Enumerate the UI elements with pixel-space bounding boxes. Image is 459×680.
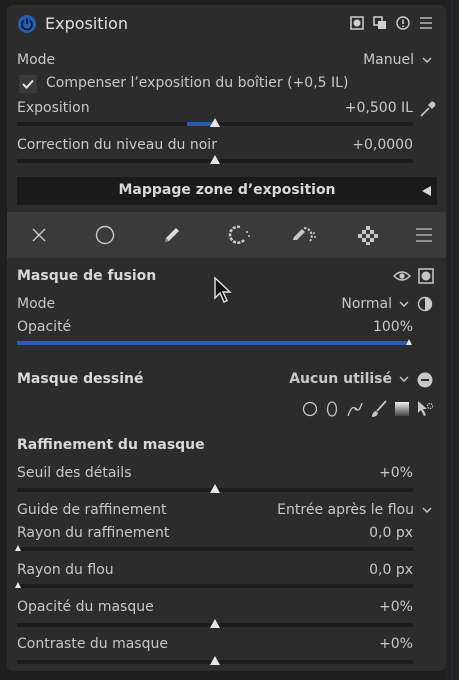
fusion-mode-label: Mode — [17, 296, 56, 312]
chevron-down-icon — [399, 376, 409, 382]
mask-display-icon[interactable] — [418, 268, 434, 284]
drawn-mask-title: Masque dessiné — [17, 371, 144, 387]
fusion-opacity-thumb[interactable] — [406, 339, 412, 345]
mask-indicator-icon[interactable] — [350, 16, 364, 30]
mask-opacity-label: Opacité du masque — [17, 599, 154, 615]
fusion-mask-title: Masque de fusion — [17, 268, 157, 284]
shape-tools-row — [300, 398, 436, 420]
fusion-opacity-value: 100% — [372, 319, 413, 335]
compensate-label: Compenser l’exposition du boîtier (+0,5 … — [46, 75, 349, 91]
chevron-down-icon — [399, 301, 409, 307]
raster-mask-icon[interactable] — [358, 225, 378, 245]
mask-contrast-thumb[interactable] — [210, 656, 220, 665]
off-mask-icon[interactable] — [31, 227, 47, 243]
chevron-down-icon — [422, 57, 432, 63]
black-level-slider[interactable]: Correction du niveau du noir +0,0000 — [17, 135, 413, 169]
brush-shape-icon[interactable] — [370, 400, 388, 418]
mask-contrast-label: Contraste du masque — [17, 636, 168, 652]
chevron-down-icon — [422, 507, 432, 513]
blur-radius-track — [17, 584, 413, 588]
checkbox-checked-icon[interactable] — [19, 75, 37, 93]
mask-contrast-slider[interactable]: Contraste du masque +0% — [17, 635, 413, 669]
exposure-value: +0,500 IL — [344, 100, 413, 116]
module-header[interactable]: Exposition — [7, 5, 446, 43]
mode-dropdown[interactable]: Manuel — [330, 52, 434, 70]
refinement-radius-value: 0,0 px — [369, 525, 413, 541]
fusion-opacity-fill — [17, 341, 411, 345]
refinement-radius-slider[interactable]: Rayon du raffinement 0,0 px — [15, 525, 413, 555]
drawn-mask-value: Aucun utilisé — [289, 371, 392, 387]
scrollbar-track — [451, 0, 453, 680]
fusion-opacity-label: Opacité — [17, 319, 72, 335]
black-level-label: Correction du niveau du noir — [17, 137, 217, 153]
uniform-mask-icon[interactable] — [95, 225, 115, 245]
mouse-cursor-icon — [214, 276, 232, 303]
multi-instance-icon[interactable] — [373, 16, 387, 30]
fusion-mode-value: Normal — [341, 296, 392, 312]
scrollbar[interactable] — [446, 0, 459, 680]
exposure-slider[interactable]: Exposition +0,500 IL — [17, 98, 413, 132]
refinement-guide-dropdown[interactable]: Entrée après le flou — [260, 502, 434, 520]
presets-menu-icon[interactable] — [419, 16, 433, 30]
exposure-label: Exposition — [17, 100, 90, 116]
section-title: Mappage zone d’exposition — [118, 182, 336, 198]
remove-icon[interactable] — [417, 372, 433, 388]
drawn-mask-dropdown[interactable]: Aucun utilisé — [289, 371, 412, 389]
mask-contrast-value: +0% — [379, 636, 413, 652]
invert-mask-icon[interactable] — [417, 296, 433, 312]
reset-icon[interactable] — [396, 16, 410, 30]
refinement-radius-label: Rayon du raffinement — [17, 525, 170, 541]
gradient-shape-icon[interactable] — [394, 401, 410, 417]
blend-mode-toolbar — [7, 212, 446, 258]
refinement-radius-track — [17, 547, 413, 551]
drawn-parametric-mask-icon[interactable] — [290, 224, 318, 246]
blur-radius-thumb[interactable] — [15, 582, 21, 588]
details-threshold-slider[interactable]: Seuil des détails +0% — [17, 463, 413, 497]
mask-opacity-slider[interactable]: Opacité du masque +0% — [17, 598, 413, 632]
ellipse-shape-icon[interactable] — [326, 401, 338, 417]
exposure-thumb[interactable] — [210, 118, 220, 127]
fusion-opacity-slider[interactable]: Opacité 100% — [17, 318, 413, 352]
refinement-title: Raffinement du masque — [17, 437, 205, 453]
module-power-icon[interactable] — [17, 14, 37, 34]
parametric-mask-icon[interactable] — [226, 224, 252, 246]
compensate-checkbox-row[interactable]: Compenser l’exposition du boîtier (+0,5 … — [18, 74, 358, 94]
eye-icon[interactable] — [393, 269, 411, 283]
collapse-arrow-icon — [422, 186, 431, 196]
refinement-guide-value: Entrée après le flou — [277, 502, 414, 518]
fusion-mode-dropdown[interactable]: Normal — [320, 296, 412, 314]
color-picker-icon[interactable] — [418, 99, 438, 119]
mask-opacity-value: +0% — [379, 599, 413, 615]
refinement-radius-thumb[interactable] — [15, 545, 21, 551]
exposure-mapping-section[interactable]: Mappage zone d’exposition — [17, 177, 437, 205]
refinement-guide-label: Guide de raffinement — [17, 502, 167, 518]
edit-shapes-icon[interactable] — [416, 400, 434, 418]
module-title: Exposition — [45, 14, 128, 33]
mask-menu-icon[interactable] — [416, 227, 432, 243]
blur-radius-label: Rayon du flou — [17, 562, 114, 578]
details-threshold-value: +0% — [379, 465, 413, 481]
black-level-thumb[interactable] — [210, 155, 220, 164]
path-shape-icon[interactable] — [346, 400, 364, 418]
drawn-mask-icon[interactable] — [161, 224, 183, 246]
blur-radius-slider[interactable]: Rayon du flou 0,0 px — [15, 562, 413, 592]
mode-label: Mode — [17, 52, 56, 68]
circle-shape-icon[interactable] — [302, 401, 318, 417]
mode-value: Manuel — [363, 52, 414, 68]
mask-opacity-thumb[interactable] — [210, 619, 220, 628]
details-threshold-label: Seuil des détails — [17, 465, 132, 481]
blur-radius-value: 0,0 px — [369, 562, 413, 578]
details-threshold-thumb[interactable] — [210, 484, 220, 493]
black-level-value: +0,0000 — [352, 137, 413, 153]
